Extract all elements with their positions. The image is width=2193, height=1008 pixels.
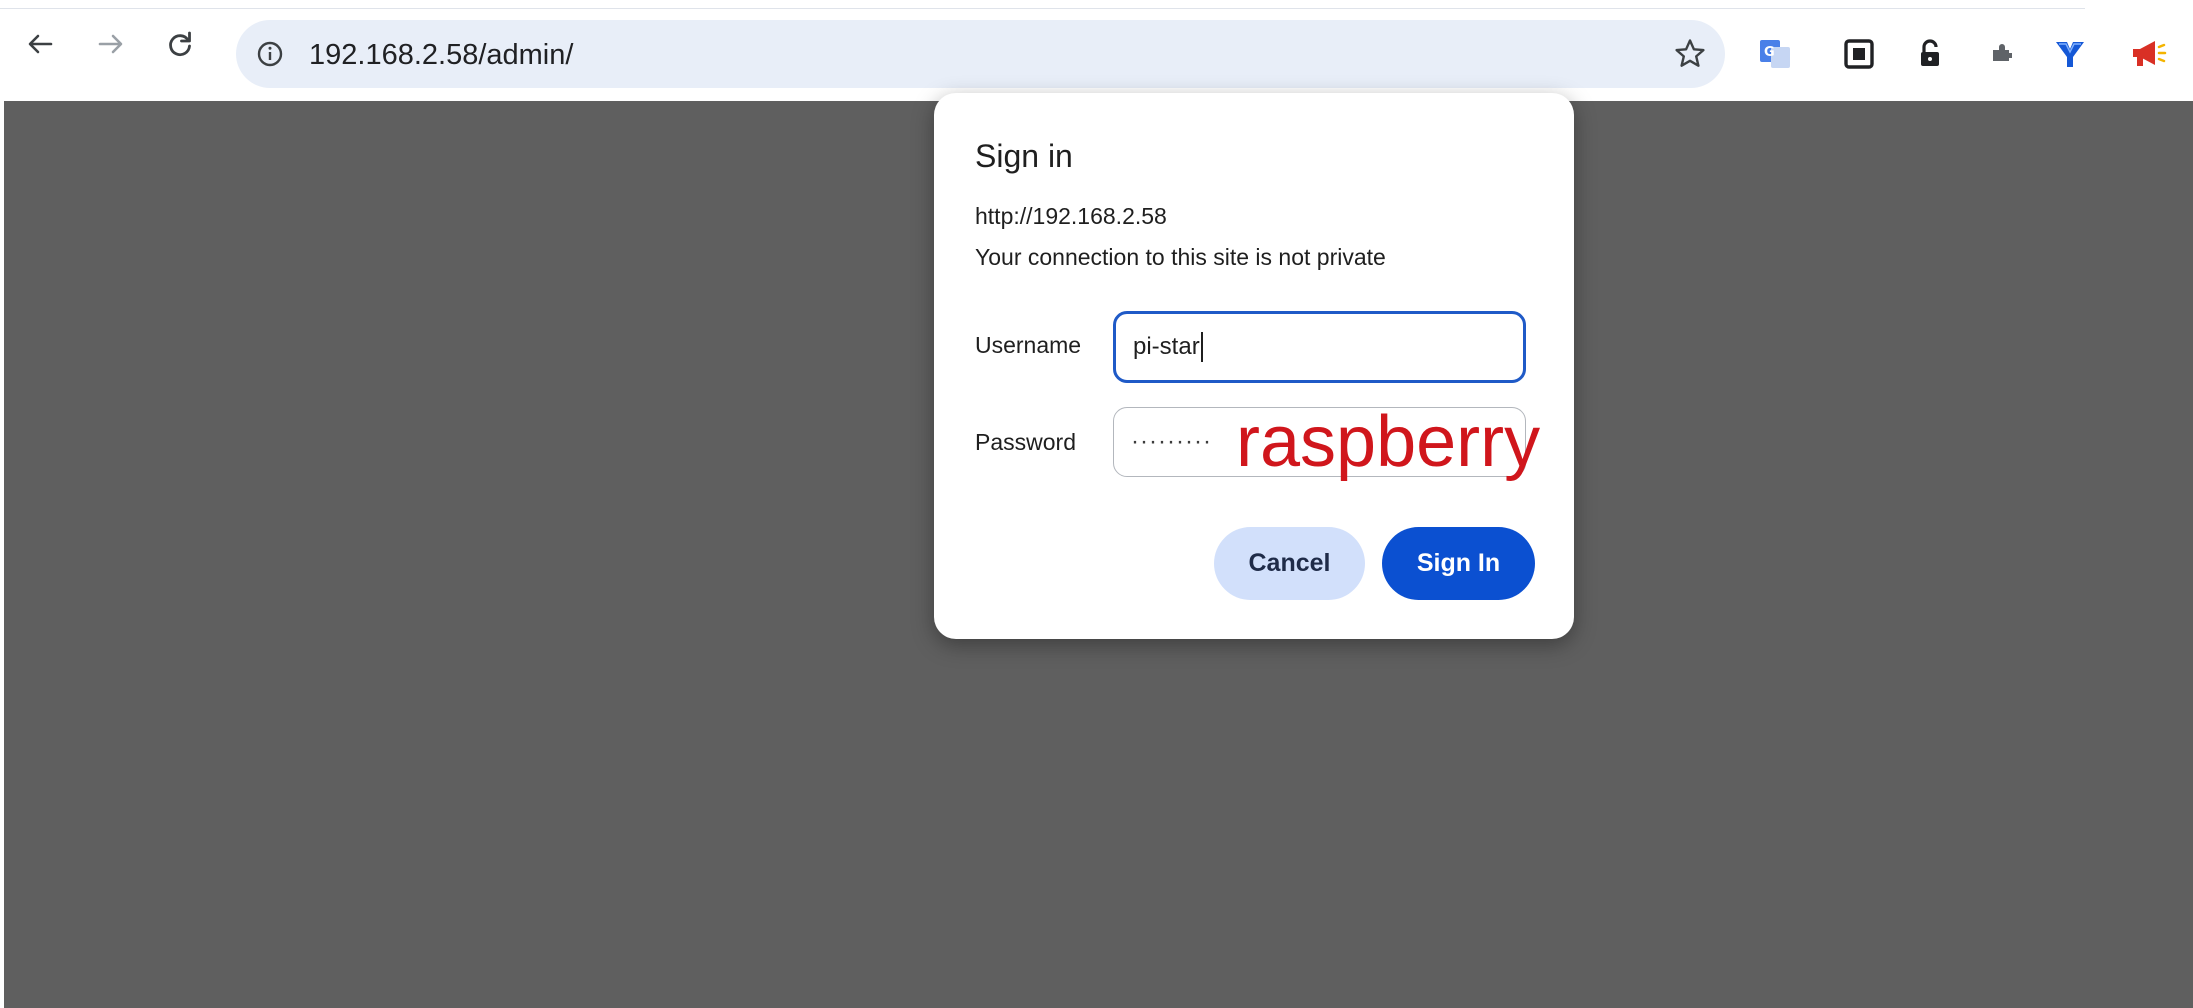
google-translate-icon[interactable]: G: [1755, 34, 1795, 74]
connection-warning: Your connection to this site is not priv…: [975, 244, 1386, 270]
password-mask: ·········: [1131, 428, 1212, 455]
sign-in-button[interactable]: Sign In: [1382, 527, 1535, 600]
dialog-title: Sign in: [975, 138, 1073, 174]
sign-in-dialog: Sign in http://192.168.2.58 Your connect…: [934, 93, 1574, 639]
back-arrow-icon[interactable]: [20, 24, 60, 64]
extension-square-icon[interactable]: [1839, 34, 1879, 74]
username-label: Username: [975, 332, 1082, 358]
dialog-origin: http://192.168.2.58: [975, 203, 1167, 229]
site-info-icon[interactable]: [249, 33, 291, 75]
star-icon[interactable]: [1668, 32, 1712, 76]
password-label: Password: [975, 429, 1076, 455]
cancel-button[interactable]: Cancel: [1214, 527, 1365, 600]
reload-icon[interactable]: [160, 24, 200, 64]
password-annotation: raspberry: [1236, 402, 1541, 482]
megaphone-icon[interactable]: [2128, 34, 2168, 74]
forward-arrow-icon[interactable]: [91, 24, 131, 64]
username-value: pi-star: [1133, 333, 1200, 360]
svg-text:G: G: [1764, 45, 1775, 60]
text-caret: [1200, 332, 1203, 362]
url-text[interactable]: 192.168.2.58/admin/: [309, 35, 573, 75]
blue-y-extension-icon[interactable]: [2050, 34, 2090, 74]
username-input[interactable]: pi-star: [1113, 311, 1526, 383]
puzzle-extension-icon[interactable]: [1982, 34, 2022, 74]
lock-icon[interactable]: [1910, 34, 1950, 74]
